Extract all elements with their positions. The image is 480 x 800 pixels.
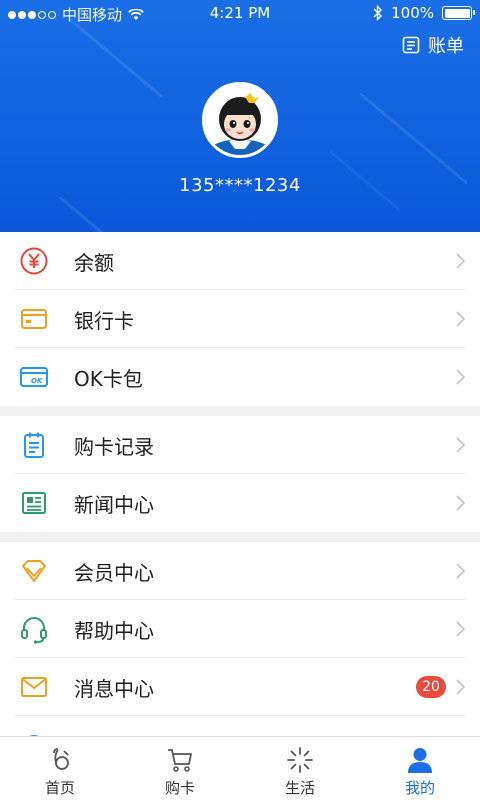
menu-item-label: 购卡记录 <box>74 434 154 459</box>
chevron-right-icon <box>456 253 466 269</box>
tab-label: 购卡 <box>164 779 195 797</box>
newspaper-icon <box>22 492 46 514</box>
menu-item-message-center[interactable]: 消息中心 20 <box>0 658 480 716</box>
diamond-icon <box>22 560 46 582</box>
menu-item-ok-card[interactable]: OK OK卡包 <box>0 348 480 406</box>
menu-item-label: OK卡包 <box>74 366 143 391</box>
tab-bar: 首页 购卡 生活 我的 <box>0 736 480 800</box>
menu-item-label: 会员中心 <box>74 560 154 585</box>
avatar[interactable] <box>202 82 278 158</box>
battery-percent: 100% <box>391 4 434 22</box>
ok-card-icon: OK <box>20 367 48 387</box>
bill-label: 账单 <box>428 36 464 57</box>
chevron-right-icon <box>456 311 466 327</box>
battery-icon <box>442 6 475 20</box>
person-icon <box>408 748 432 773</box>
svg-text:OK: OK <box>31 377 43 385</box>
menu-item-label: 消息中心 <box>74 676 154 701</box>
life-icon <box>287 747 313 773</box>
chevron-right-icon <box>456 621 466 637</box>
tab-label: 首页 <box>44 779 75 797</box>
tab-mine[interactable]: 我的 <box>360 737 480 800</box>
home-icon <box>53 748 69 770</box>
menu-item-purchase-records[interactable]: 购卡记录 <box>0 416 480 474</box>
chevron-right-icon <box>456 495 466 511</box>
tab-life[interactable]: 生活 <box>240 737 360 800</box>
chevron-right-icon <box>456 437 466 453</box>
envelope-icon <box>21 677 47 697</box>
tab-home[interactable]: 首页 <box>0 737 120 800</box>
tab-buy-card[interactable]: 购卡 <box>120 737 240 800</box>
menu-item-balance[interactable]: 余额 <box>0 232 480 290</box>
menu-group-records: 购卡记录 新闻中心 <box>0 416 480 532</box>
bank-card-icon <box>21 309 47 329</box>
menu-item-news-center[interactable]: 新闻中心 <box>0 474 480 532</box>
menu-item-label: 新闻中心 <box>74 492 154 517</box>
profile-header: 中国移动 4:21 PM 100% 账单 135****1234 <box>0 0 480 232</box>
menu-item-member-center[interactable]: 会员中心 <box>0 542 480 600</box>
unread-count-badge: 20 <box>416 676 446 698</box>
menu-item-label: 余额 <box>74 250 114 275</box>
chevron-right-icon <box>456 563 466 579</box>
menu-item-bank-card[interactable]: 银行卡 <box>0 290 480 348</box>
headset-icon <box>21 617 47 644</box>
status-bar: 中国移动 4:21 PM 100% <box>0 0 480 26</box>
bluetooth-icon <box>373 5 383 21</box>
cart-icon <box>168 749 192 772</box>
bill-button[interactable]: 账单 <box>402 32 464 58</box>
menu-group-wallet: 余额 银行卡 OK OK卡包 <box>0 232 480 406</box>
phone-number: 135****1234 <box>179 175 301 196</box>
menu-list: 余额 银行卡 OK OK卡包 购卡记录 新闻中心 会员中心 帮助中心 消息中心 … <box>0 232 480 774</box>
chevron-right-icon <box>456 679 466 695</box>
tab-label: 生活 <box>284 779 315 797</box>
menu-item-label: 银行卡 <box>74 308 134 333</box>
menu-item-help-center[interactable]: 帮助中心 <box>0 600 480 658</box>
bill-icon <box>402 36 420 54</box>
clipboard-icon <box>24 432 44 458</box>
menu-item-label: 帮助中心 <box>74 618 154 643</box>
chevron-right-icon <box>456 369 466 385</box>
yuan-icon <box>20 247 48 275</box>
tab-label: 我的 <box>404 779 435 797</box>
